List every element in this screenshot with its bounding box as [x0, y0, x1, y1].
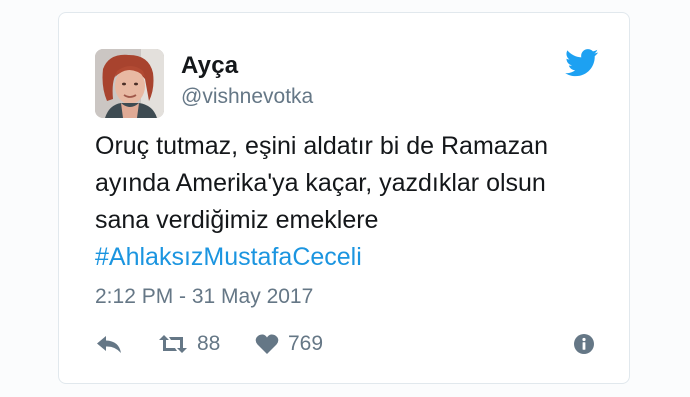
retweet-button[interactable]: 88	[158, 329, 220, 359]
retweet-icon	[158, 333, 188, 355]
info-button[interactable]	[573, 329, 595, 359]
author-name[interactable]: Ayça	[181, 52, 238, 80]
heart-icon	[255, 333, 279, 355]
author-handle[interactable]: @vishnevotka	[181, 85, 313, 109]
reply-icon	[95, 333, 123, 355]
tweet-text-line: ayında Amerika'ya kaçar, yazdıklar olsun	[95, 169, 546, 197]
tweet-timestamp[interactable]: 2:12 PM - 31 May 2017	[95, 285, 313, 309]
hashtag-link[interactable]: #AhlaksızMustafaCeceli	[95, 239, 595, 276]
tweet-card: Ayça @vishnevotka Oruç tutmaz, eşini ald…	[58, 12, 630, 384]
tweet-text: Oruç tutmaz, eşini aldatır bi de Ramazan…	[95, 128, 595, 276]
like-count: 769	[288, 332, 324, 355]
avatar[interactable]	[95, 49, 164, 118]
like-button[interactable]: 769	[255, 329, 323, 359]
info-icon	[573, 333, 595, 355]
tweet-actions: 88 769	[95, 329, 595, 359]
reply-button[interactable]	[95, 329, 123, 359]
retweet-count: 88	[197, 332, 221, 355]
page: Ayça @vishnevotka Oruç tutmaz, eşini ald…	[0, 0, 690, 397]
twitter-bird-icon[interactable]	[565, 49, 599, 77]
tweet-text-line: sana verdiğimiz emeklere	[95, 206, 379, 234]
tweet-text-line: Oruç tutmaz, eşini aldatır bi de Ramazan	[95, 132, 548, 160]
